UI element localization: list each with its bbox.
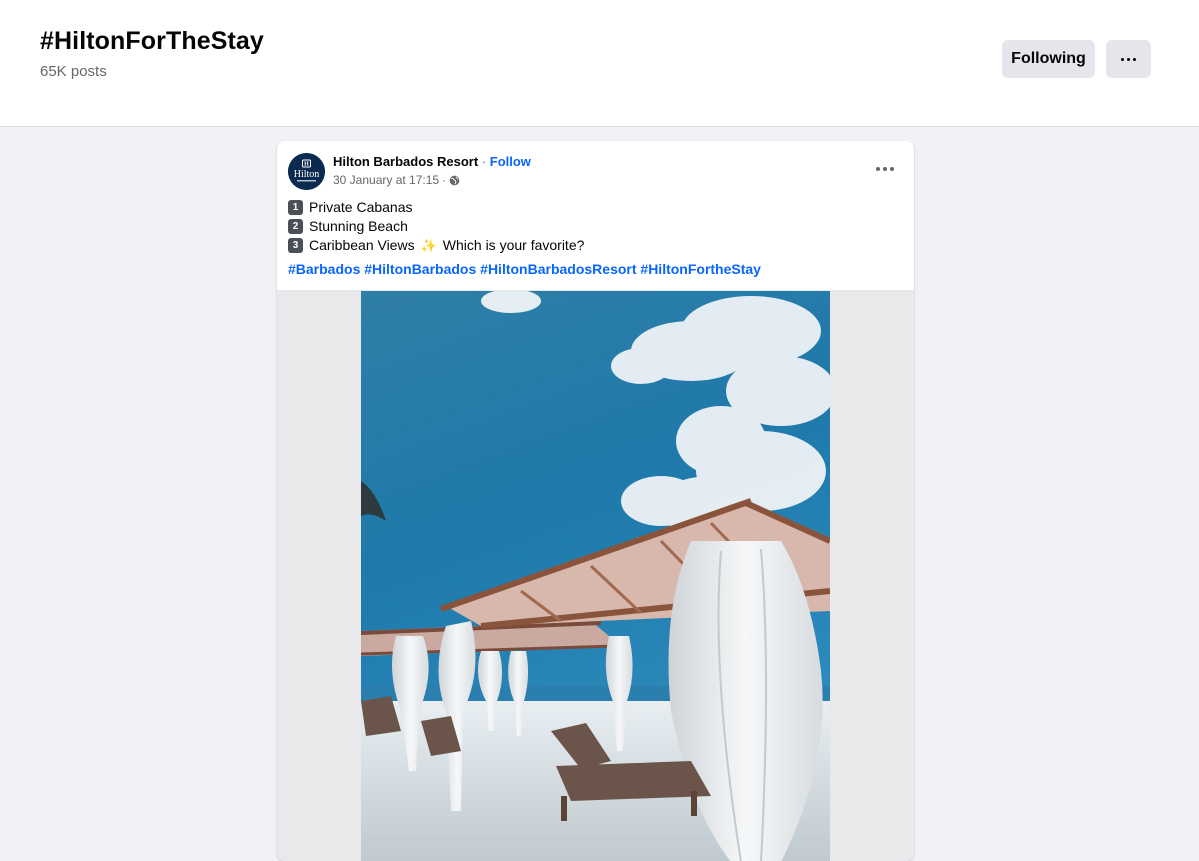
list-item: 3 Caribbean Views ✨ Which is your favori… bbox=[288, 236, 584, 255]
svg-text:Hilton: Hilton bbox=[294, 169, 320, 180]
page-title: #HiltonForTheStay bbox=[40, 27, 264, 55]
list-item-text: Private Cabanas bbox=[309, 199, 413, 215]
list-item-text: Stunning Beach bbox=[309, 218, 408, 234]
more-options-button[interactable] bbox=[1106, 40, 1151, 78]
post-meta: 30 January at 17:15 · bbox=[333, 173, 460, 187]
globe-icon bbox=[449, 175, 460, 185]
follow-link[interactable]: Follow bbox=[490, 154, 531, 169]
post-count: 65K posts bbox=[40, 63, 107, 80]
keycap-number-icon: 3 bbox=[288, 238, 303, 253]
hashtag-link[interactable]: #HiltonBarbados bbox=[364, 261, 476, 277]
more-horizontal-icon bbox=[876, 167, 894, 171]
hashtag-link[interactable]: #HiltonFortheStay bbox=[640, 261, 761, 277]
hashtag-header: #HiltonForTheStay 65K posts Following bbox=[0, 0, 1199, 127]
sparkles-icon: ✨ bbox=[420, 238, 437, 253]
author-line: Hilton Barbados Resort · Follow bbox=[333, 154, 531, 169]
following-button[interactable]: Following bbox=[1002, 40, 1095, 78]
list-item: 2 Stunning Beach bbox=[288, 217, 584, 236]
author-name[interactable]: Hilton Barbados Resort bbox=[333, 154, 478, 169]
post-card: H Hilton Hilton Barbados Resort · Follow… bbox=[277, 141, 914, 861]
list-item-suffix: Which is your favorite? bbox=[442, 237, 585, 253]
beach-cabana-photo[interactable] bbox=[361, 291, 830, 861]
timestamp[interactable]: 30 January at 17:15 bbox=[333, 173, 439, 187]
post-media bbox=[277, 290, 914, 861]
hilton-logo-icon: H Hilton bbox=[288, 153, 325, 190]
hashtag-link[interactable]: #HiltonBarbadosResort bbox=[480, 261, 636, 277]
keycap-number-icon: 2 bbox=[288, 219, 303, 234]
more-horizontal-icon bbox=[1121, 57, 1136, 61]
hashtag-link[interactable]: #Barbados bbox=[288, 261, 360, 277]
list-item-text: Caribbean Views bbox=[309, 237, 415, 253]
hashtag-links: #Barbados #HiltonBarbados #HiltonBarbado… bbox=[288, 261, 761, 277]
list-item: 1 Private Cabanas bbox=[288, 198, 584, 217]
separator: · bbox=[478, 154, 490, 169]
svg-text:H: H bbox=[304, 162, 309, 168]
meta-separator: · bbox=[442, 173, 447, 187]
photo-image bbox=[361, 291, 830, 861]
post-options-button[interactable] bbox=[873, 160, 897, 178]
avatar[interactable]: H Hilton bbox=[288, 153, 325, 190]
keycap-number-icon: 1 bbox=[288, 200, 303, 215]
post-body: 1 Private Cabanas 2 Stunning Beach 3 Car… bbox=[288, 198, 584, 255]
